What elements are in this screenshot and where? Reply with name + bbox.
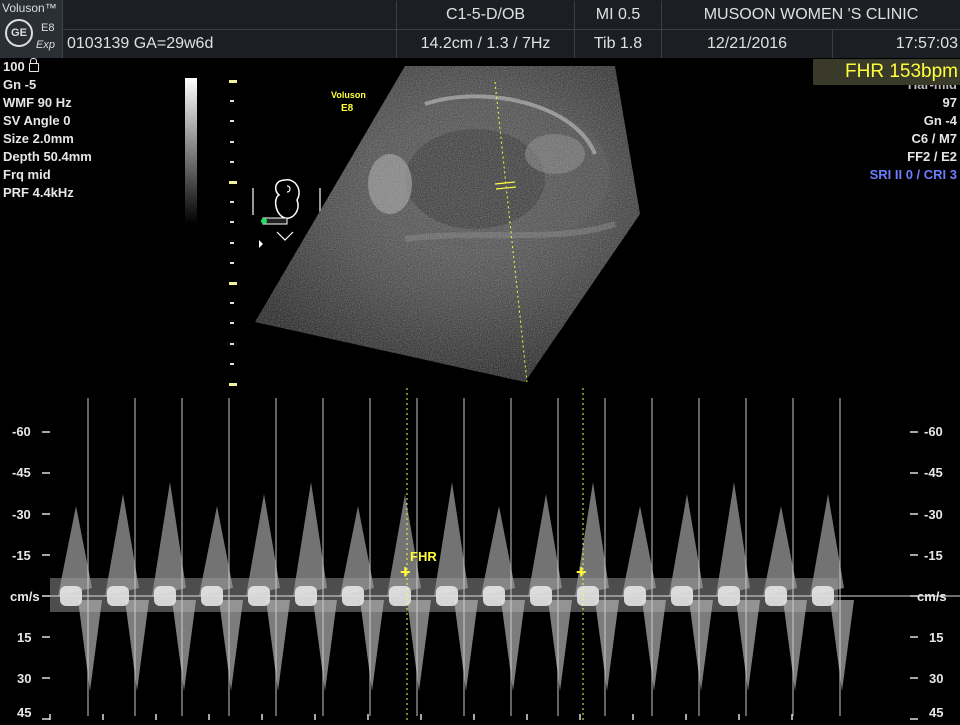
depth-tick <box>230 140 234 143</box>
fhr-caliper-label: FHR <box>410 549 437 564</box>
scale-right-15: 15 <box>929 630 944 645</box>
fhr-badge: FHR 153bpm <box>813 59 960 85</box>
scale-right-neg30: -30 <box>924 507 943 522</box>
depth-tick <box>230 241 234 244</box>
imaging-settings: 14.2cm / 1.3 / 7Hz <box>397 30 575 58</box>
fhr-caliper-start[interactable]: + <box>400 563 411 581</box>
scale-left-15: 15 <box>17 630 32 645</box>
scale-left-unit: cm/s <box>10 589 40 604</box>
scale-left-30: 30 <box>17 671 32 686</box>
bmode-logo-top: Voluson <box>331 90 366 100</box>
depth-tick <box>229 282 237 285</box>
scale-right-neg15: -15 <box>924 548 943 563</box>
sv-angle-label: SV Angle 0 <box>3 113 71 128</box>
doppler-spectrum <box>42 388 960 720</box>
depth-tick <box>230 322 234 325</box>
lock-icon <box>28 58 39 72</box>
bmode-logo-bottom: E8 <box>341 103 354 114</box>
scale-left-45: 45 <box>17 705 32 720</box>
exam-date: 12/21/2016 <box>662 30 833 58</box>
ge-logo-icon: GE <box>5 19 33 47</box>
wmf-label: WMF 90 Hz <box>3 95 72 110</box>
frq-label: Frq mid <box>3 167 51 182</box>
logo-model: E8 <box>41 22 55 34</box>
power-level: 100 <box>3 58 39 76</box>
fhr-caliper-end[interactable]: + <box>576 563 587 581</box>
scale-right-30: 30 <box>929 671 944 686</box>
scale-left-neg15: -15 <box>12 548 31 563</box>
doppler-spectrum-panel <box>0 388 960 720</box>
depth-tick <box>230 120 234 123</box>
depth-tick <box>230 160 234 163</box>
depth-tick <box>230 302 234 305</box>
sri-label: SRI II 0 / CRI 3 <box>869 167 957 182</box>
clinic-name: MUSOON WOMEN 'S CLINIC <box>703 6 919 23</box>
depth-tick <box>230 221 234 224</box>
map-label: C6 / M7 <box>911 131 957 146</box>
scale-left-neg30: -30 <box>12 507 31 522</box>
logo-box: Voluson™ GE E8 Exp <box>0 0 63 58</box>
patient-info: 0103139 GA=29w6d <box>62 30 397 58</box>
depth-tick <box>229 80 237 83</box>
value-97: 97 <box>942 95 957 110</box>
scale-right-45: 45 <box>929 705 944 720</box>
depth-tick <box>230 342 234 345</box>
mi-label: MI 0.5 <box>575 1 662 29</box>
header-blank <box>62 1 397 29</box>
depth-tick <box>229 181 237 184</box>
probe-label: C1-5-D/OB <box>397 1 575 29</box>
header-bar: Voluson™ GE E8 Exp C1-5-D/OB MI 0.5 MUSO… <box>0 0 960 58</box>
size-label: Size 2.0mm <box>3 131 74 146</box>
depth-tick <box>230 362 234 365</box>
depth-tick <box>230 261 234 264</box>
scale-right-neg60: -60 <box>924 424 943 439</box>
logo-sub: Exp <box>36 39 55 51</box>
gain-right: Gn -4 <box>923 113 957 128</box>
depth-tick <box>230 100 234 103</box>
depth-label: Depth 50.4mm <box>3 149 92 164</box>
exam-time: 17:57:03 <box>895 35 958 52</box>
depth-tick <box>229 383 237 386</box>
grayscale-bar <box>185 78 197 224</box>
ff-label: FF2 / E2 <box>907 149 957 164</box>
scale-left-neg60: -60 <box>12 424 31 439</box>
scale-left-neg45: -45 <box>12 465 31 480</box>
scale-right-neg45: -45 <box>924 465 943 480</box>
logo-title: Voluson™ <box>2 1 57 15</box>
gain-left: Gn -5 <box>3 77 37 92</box>
scale-right-unit: cm/s <box>917 589 947 604</box>
prf-label: PRF 4.4kHz <box>3 185 74 200</box>
tib-label: Tib 1.8 <box>575 30 662 58</box>
bmode-image: Voluson E8 <box>255 66 640 382</box>
depth-tick <box>230 201 234 204</box>
